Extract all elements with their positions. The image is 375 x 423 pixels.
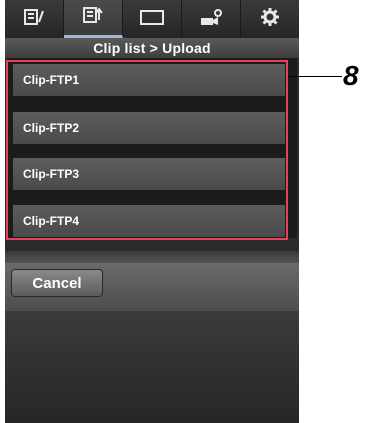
clip-list: Clip-FTP1 Clip-FTP2 Clip-FTP3 Clip-FTP4 — [7, 58, 297, 238]
display-frame-icon — [139, 8, 165, 31]
export-list-icon — [82, 6, 104, 29]
app-screen: Clip list > Upload Clip-FTP1 Clip-FTP2 C… — [5, 0, 299, 423]
clip-item-4[interactable]: Clip-FTP4 — [13, 205, 285, 237]
tab-settings[interactable] — [241, 0, 299, 38]
gear-icon — [260, 7, 280, 32]
empty-area — [5, 311, 299, 423]
cancel-button[interactable]: Cancel — [11, 269, 103, 297]
annotation-callout-line — [288, 76, 342, 77]
clip-item-1[interactable]: Clip-FTP1 — [13, 64, 285, 96]
page-title: Clip list > Upload — [5, 38, 299, 58]
list-edit-icon — [23, 8, 45, 31]
tab-camera[interactable] — [182, 0, 241, 38]
divider — [5, 251, 299, 263]
tab-display[interactable] — [123, 0, 182, 38]
tab-bar — [5, 0, 299, 38]
tab-upload[interactable] — [64, 0, 123, 38]
camera-settings-icon — [198, 7, 224, 32]
tab-clip-list[interactable] — [5, 0, 64, 38]
clip-item-3[interactable]: Clip-FTP3 — [13, 158, 285, 190]
annotation-callout-number: 8 — [343, 60, 359, 91]
clip-item-2[interactable]: Clip-FTP2 — [13, 112, 285, 144]
